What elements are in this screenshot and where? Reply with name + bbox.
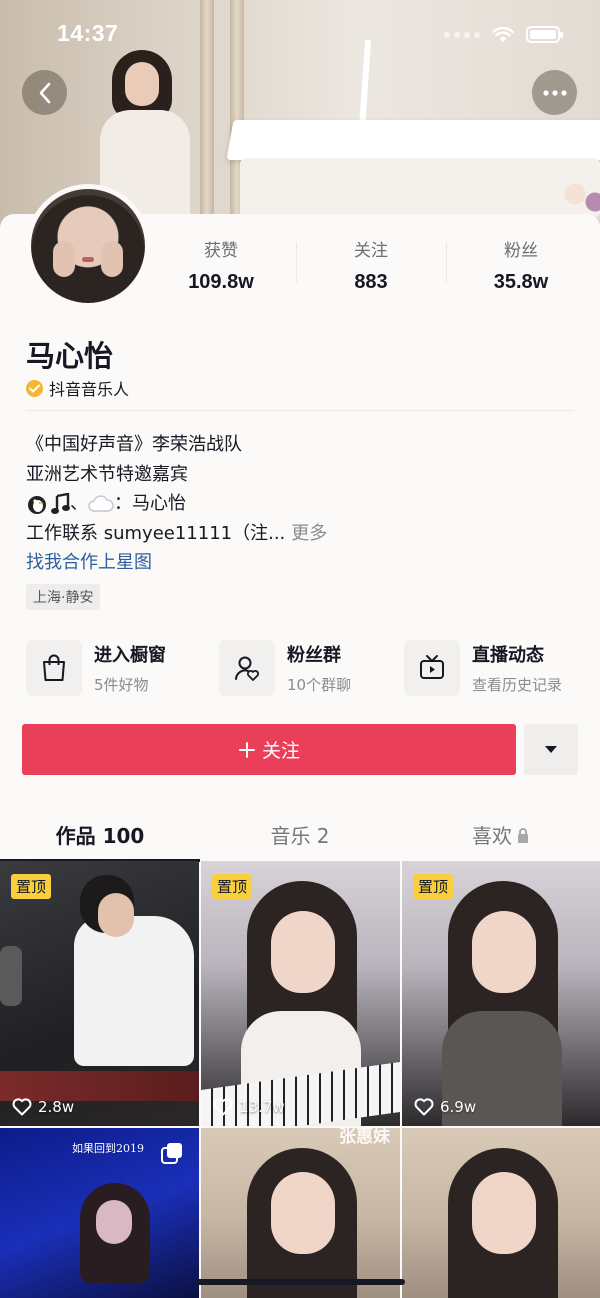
like-count-value: 6.9w — [440, 1098, 477, 1116]
video-overlay-text: 如果回到2019 — [72, 1142, 144, 1155]
shortcut-subtitle: 10个群聊 — [287, 676, 352, 694]
verified-badge[interactable]: 抖音音乐人 — [26, 376, 129, 400]
tv-icon — [404, 640, 460, 696]
tab-likes[interactable]: 喜欢 — [400, 808, 600, 860]
stat-label: 粉丝 — [504, 241, 538, 261]
music-note-icon — [51, 493, 70, 514]
emoji-group — [26, 493, 70, 515]
shortcut-title: 进入橱窗 — [94, 645, 166, 666]
tab-music[interactable]: 音乐 2 — [200, 808, 400, 860]
profile-bio[interactable]: 《中国好声音》李荣浩战队 亚洲艺术节特邀嘉宾 、：马心怡 工作联系 sumyee… — [26, 430, 327, 578]
piano-body — [240, 158, 600, 218]
starmap-link[interactable]: 找我合作上星图 — [26, 548, 327, 578]
bio-line: 《中国好声音》李荣浩战队 — [26, 434, 242, 455]
stat-label: 关注 — [354, 241, 388, 261]
shortcut-subtitle: 5件好物 — [94, 676, 149, 694]
stat-followers[interactable]: 粉丝 35.8w — [446, 236, 596, 294]
video-thumbnail[interactable]: 张惠妹 — [201, 1128, 400, 1298]
shortcut-row: 进入橱窗 5件好物 粉丝群 10个群聊 直播动态 查看历史记录 — [26, 640, 586, 696]
shortcut-title: 直播动态 — [472, 645, 544, 666]
heart-icon — [213, 1098, 233, 1116]
status-time: 14:37 — [57, 20, 119, 46]
video-thumbnail[interactable]: 置顶 2.8w — [0, 861, 199, 1126]
video-thumbnail[interactable] — [402, 1128, 600, 1298]
shortcut-shop-window[interactable]: 进入橱窗 5件好物 — [26, 640, 219, 696]
video-thumbnail[interactable]: 置顶 6.9w — [402, 861, 600, 1126]
tab-label: 喜欢 — [472, 824, 512, 848]
shortcut-fan-group[interactable]: 粉丝群 10个群聊 — [219, 640, 404, 696]
like-count: 6.9w — [414, 1098, 476, 1116]
bio-more-link[interactable]: 更多 — [291, 523, 327, 544]
back-button[interactable] — [22, 70, 67, 115]
stat-label: 获赞 — [204, 241, 238, 261]
avatar-image — [31, 189, 145, 303]
video-overlay-text: 张惠妹 — [339, 1128, 390, 1147]
lock-icon — [518, 828, 528, 843]
chevron-left-icon — [39, 82, 50, 103]
stat-following[interactable]: 关注 883 — [296, 236, 446, 294]
heart-icon — [414, 1098, 434, 1116]
stat-likes[interactable]: 获赞 109.8w — [146, 236, 296, 294]
heart-icon — [12, 1098, 32, 1116]
avatar[interactable] — [26, 184, 150, 308]
penguin-icon — [28, 496, 46, 514]
bio-line: 工作联系 sumyee11111（注... 更多 — [26, 519, 327, 549]
caret-down-icon — [545, 746, 557, 753]
divider — [26, 410, 574, 411]
verified-label: 抖音音乐人 — [49, 380, 130, 399]
profile-stats: 获赞 109.8w 关注 883 粉丝 35.8w — [146, 236, 596, 294]
plus-icon — [238, 741, 255, 758]
video-thumbnail[interactable]: 置顶 13.7w — [201, 861, 400, 1126]
ellipsis-icon — [542, 89, 567, 96]
signal-icon — [444, 31, 480, 38]
cloud-icon — [88, 495, 114, 513]
flowers — [560, 178, 600, 218]
battery-icon — [526, 26, 563, 43]
home-indicator — [195, 1279, 405, 1285]
user-heart-icon — [219, 640, 275, 696]
tab-works[interactable]: 作品 100 — [0, 808, 200, 862]
shortcut-title: 粉丝群 — [287, 645, 341, 666]
bio-contact: 工作联系 sumyee11111（注... — [26, 522, 286, 544]
stat-value: 35.8w — [493, 271, 549, 293]
status-bar: 14:37 — [0, 0, 600, 66]
bio-separator: 、 — [70, 493, 88, 514]
pinned-badge: 置顶 — [212, 874, 253, 899]
pinned-badge: 置顶 — [11, 874, 52, 899]
wifi-icon — [492, 26, 514, 42]
verified-check-icon — [26, 379, 43, 397]
shortcut-subtitle: 查看历史记录 — [472, 676, 563, 694]
like-count-value: 13.7w — [239, 1098, 285, 1116]
pianist-face — [125, 62, 159, 106]
stat-value: 109.8w — [188, 271, 254, 293]
bio-line: 、：马心怡 — [26, 489, 327, 519]
shopping-bag-icon — [26, 640, 82, 696]
piano-lid — [226, 120, 600, 160]
recommend-dropdown-button[interactable] — [524, 724, 578, 775]
like-count: 2.8w — [12, 1098, 74, 1116]
video-thumbnail[interactable]: 如果回到2019 — [0, 1128, 199, 1298]
location-tag[interactable]: 上海·静安 — [26, 584, 101, 610]
more-button[interactable] — [532, 70, 577, 115]
status-indicators — [444, 26, 563, 43]
content-tabs: 作品 100 音乐 2 喜欢 — [0, 808, 600, 862]
bio-line: 亚洲艺术节特邀嘉宾 — [26, 463, 188, 485]
stat-value: 883 — [354, 271, 388, 293]
bio-name: 马心怡 — [132, 493, 186, 514]
multi-image-icon — [161, 1143, 182, 1164]
like-count: 13.7w — [213, 1098, 285, 1116]
follow-button[interactable]: 关注 — [22, 724, 516, 775]
pinned-badge: 置顶 — [413, 874, 454, 899]
profile-name: 马心怡 — [26, 339, 114, 373]
follow-label: 关注 — [261, 740, 300, 762]
video-grid: 置顶 2.8w 置顶 13.7w 置顶 6.9w 如果回到2019 张惠妹 — [0, 861, 600, 1298]
shortcut-live-history[interactable]: 直播动态 查看历史记录 — [404, 640, 562, 696]
like-count-value: 2.8w — [38, 1098, 75, 1116]
